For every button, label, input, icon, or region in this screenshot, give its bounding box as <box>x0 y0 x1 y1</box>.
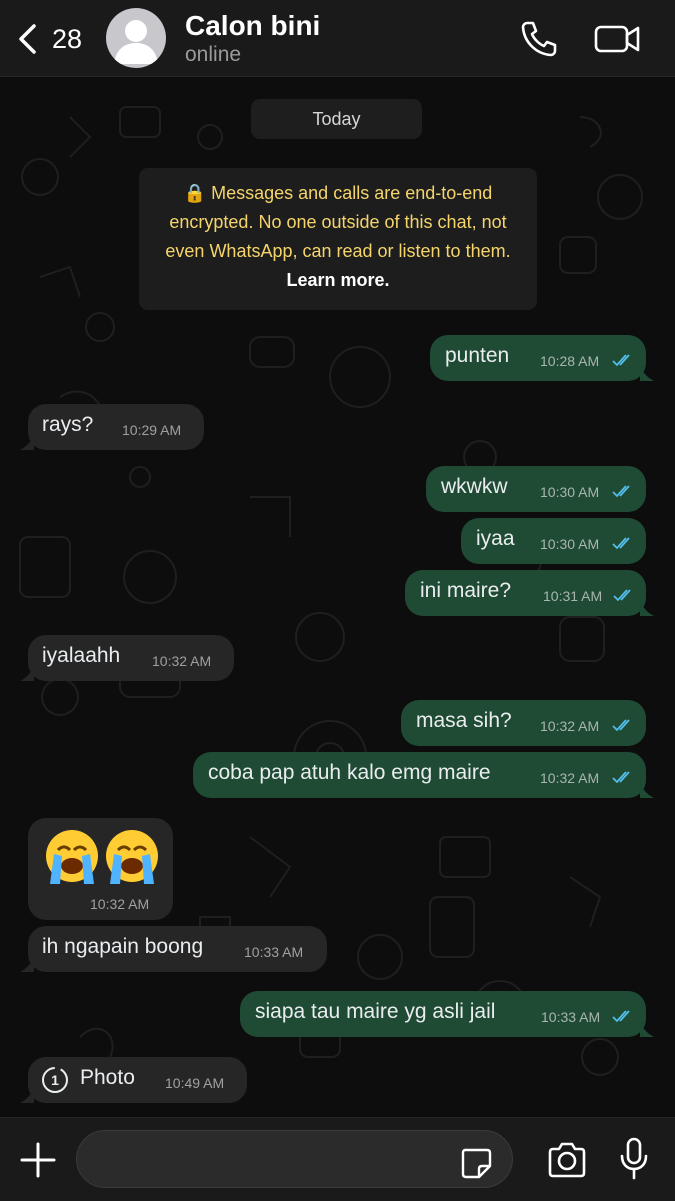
plus-icon <box>20 1142 56 1178</box>
video-camera-icon <box>594 25 640 53</box>
chevron-left-icon <box>19 24 36 54</box>
message-list[interactable]: Today 🔒 Messages and calls are end-to-en… <box>0 77 675 1117</box>
message-time: 10:32 AM <box>540 718 600 734</box>
contact-name[interactable]: Calon bini <box>185 10 320 42</box>
back-button[interactable]: 28 <box>12 16 92 62</box>
message-incoming[interactable]: iyalaahh 10:32 AM <box>28 635 234 681</box>
message-time: 10:32 AM <box>90 896 150 912</box>
encryption-text: Messages and calls are end-to-end encryp… <box>165 183 511 261</box>
message-time: 10:30 AM <box>540 536 600 552</box>
message-incoming[interactable]: ih ngapain boong 10:33 AM <box>28 926 327 972</box>
bubble-tail <box>20 1087 34 1103</box>
message-incoming[interactable]: rays? 10:29 AM <box>28 404 204 450</box>
message-text: Photo <box>80 1066 135 1089</box>
phone-icon <box>521 21 557 57</box>
double-check-icon <box>613 589 631 602</box>
camera-icon <box>548 1142 586 1178</box>
message-time: 10:28 AM <box>540 353 600 369</box>
message-input[interactable] <box>95 1141 449 1179</box>
message-text: ih ngapain boong <box>42 935 204 958</box>
message-time: 10:30 AM <box>540 484 600 500</box>
message-outgoing[interactable]: coba pap atuh kalo emg maire 10:32 AM <box>193 752 646 798</box>
message-text: wkwkw <box>441 475 508 498</box>
lock-icon: 🔒 <box>183 183 207 203</box>
message-incoming-emoji[interactable]: 10:32 AM <box>28 818 173 920</box>
message-incoming-view-once-photo[interactable]: 1 Photo 10:49 AM <box>28 1057 247 1103</box>
sticker-button[interactable] <box>459 1146 493 1180</box>
learn-more-link[interactable]: Learn more. <box>286 270 389 290</box>
view-once-icon: 1 <box>42 1067 68 1093</box>
message-text: iyaa <box>476 527 515 550</box>
bubble-tail <box>640 1021 654 1037</box>
loudly-crying-face-icon <box>46 830 158 884</box>
message-text: coba pap atuh kalo emg maire <box>208 761 491 784</box>
double-check-icon <box>612 485 630 498</box>
message-time: 10:32 AM <box>540 770 600 786</box>
voice-call-button[interactable] <box>518 18 560 60</box>
bubble-tail <box>20 434 34 450</box>
attach-button[interactable] <box>18 1140 58 1180</box>
message-text: ini maire? <box>420 579 512 602</box>
avatar[interactable] <box>106 8 166 68</box>
bubble-tail <box>20 665 34 681</box>
message-text: masa sih? <box>416 709 512 732</box>
microphone-icon <box>620 1137 648 1180</box>
sticker-icon <box>461 1148 492 1179</box>
encryption-notice[interactable]: 🔒 Messages and calls are end-to-end encr… <box>139 168 537 310</box>
date-separator: Today <box>251 99 422 139</box>
bubble-tail <box>20 956 34 972</box>
double-check-icon <box>612 537 630 550</box>
message-outgoing[interactable]: ini maire? 10:31 AM <box>405 570 646 616</box>
composer-bar <box>0 1117 675 1201</box>
double-check-icon <box>612 719 630 732</box>
double-check-icon <box>612 354 630 367</box>
message-time: 10:49 AM <box>165 1075 225 1091</box>
message-time: 10:29 AM <box>122 422 182 438</box>
svg-text:1: 1 <box>51 1072 59 1088</box>
message-text: rays? <box>42 413 94 436</box>
message-text: siapa tau maire yg asli jail <box>255 1000 496 1023</box>
bubble-tail <box>640 782 654 798</box>
default-avatar-icon <box>114 20 158 64</box>
message-time: 10:33 AM <box>244 944 304 960</box>
message-text: iyalaahh <box>42 644 121 667</box>
chat-header: 28 Calon bini online <box>0 0 675 77</box>
double-check-icon <box>612 1010 630 1023</box>
message-outgoing[interactable]: iyaa 10:30 AM <box>461 518 646 564</box>
message-outgoing[interactable]: siapa tau maire yg asli jail 10:33 AM <box>240 991 646 1037</box>
contact-status: online <box>185 43 242 66</box>
unread-count: 28 <box>52 24 83 54</box>
camera-button[interactable] <box>546 1140 588 1180</box>
message-text: punten <box>445 344 510 367</box>
video-call-button[interactable] <box>592 18 644 60</box>
voice-message-button[interactable] <box>618 1136 650 1182</box>
message-time: 10:33 AM <box>541 1009 601 1025</box>
message-time: 10:32 AM <box>152 653 212 669</box>
message-time: 10:31 AM <box>543 588 603 604</box>
bubble-tail <box>640 600 654 616</box>
double-check-icon <box>612 771 630 784</box>
message-outgoing[interactable]: wkwkw 10:30 AM <box>426 466 646 512</box>
message-outgoing[interactable]: masa sih? 10:32 AM <box>401 700 646 746</box>
message-outgoing[interactable]: punten 10:28 AM <box>430 335 646 381</box>
bubble-tail <box>640 365 654 381</box>
message-input-field[interactable] <box>76 1130 513 1188</box>
